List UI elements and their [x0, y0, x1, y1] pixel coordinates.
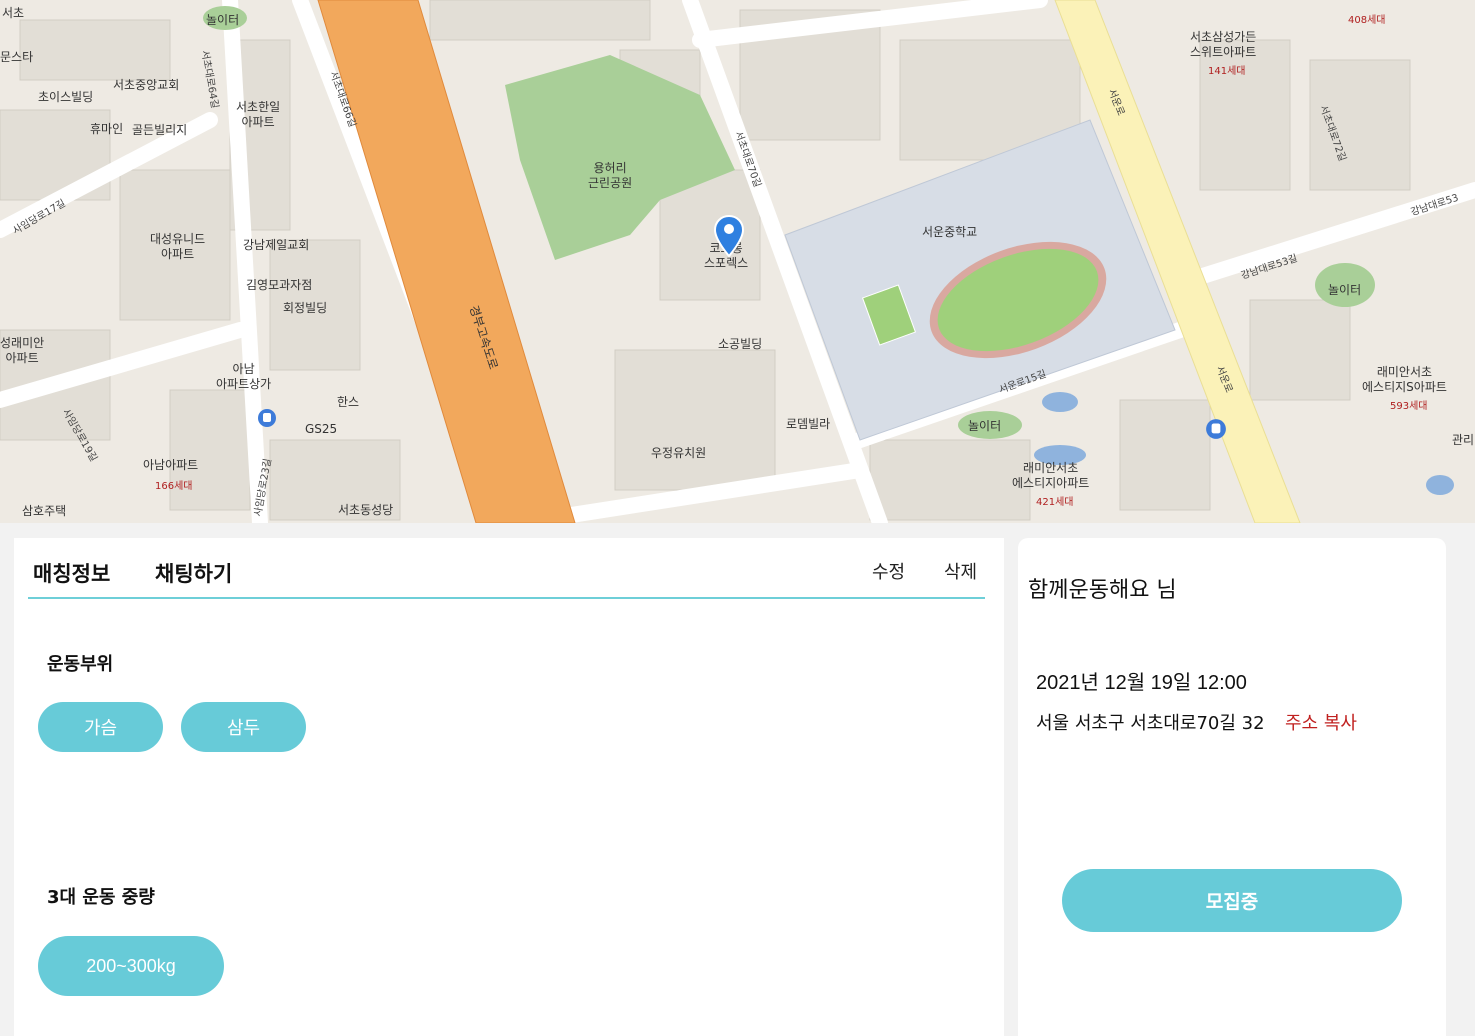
body-part-chip: 삼두 — [181, 702, 306, 752]
meeting-address: 서울 서초구 서초대로70길 32 — [1036, 713, 1265, 734]
post-info-panel: 함께운동해요 님 2021년 12월 19일 12:00 서울 서초구 서초대로… — [1018, 538, 1446, 1036]
map-label-raemian-s-households: 593세대 — [1390, 401, 1428, 412]
map-label-seocho-church: 서초동성당 — [338, 503, 394, 517]
map-label-samsung-suite: 서초삼성가든 스위트아파트 — [1190, 30, 1257, 59]
map-label-rodem-villa: 로뎀빌라 — [786, 417, 831, 431]
weight-chip: 200~300kg — [38, 936, 224, 996]
map-label-gs25: GS25 — [305, 422, 338, 436]
body-part-title: 운동부위 — [47, 654, 114, 675]
map-label-hoejung-building: 회정빌딩 — [283, 301, 328, 315]
map-label-seoun-middle-school: 서운중학교 — [922, 225, 978, 239]
map-label-humane: 휴마인 — [90, 122, 124, 136]
map-label-playground-3: 놀이터 — [1328, 283, 1362, 297]
tab-bar: 매칭정보 채팅하기 수정 삭제 — [28, 538, 985, 599]
map-label-raemian-s: 래미안서초 에스티지S아파트 — [1362, 365, 1447, 394]
map-label-samsung-households: 141세대 — [1208, 66, 1246, 77]
tab-matching-info[interactable]: 매칭정보 — [33, 558, 110, 588]
tab-chat[interactable]: 채팅하기 — [155, 558, 232, 588]
bus-stop-icon[interactable] — [257, 408, 277, 428]
map-label-hans: 한스 — [337, 395, 360, 409]
map-label-playground: 놀이터 — [206, 13, 240, 27]
copy-address-button[interactable]: 주소 복사 — [1285, 709, 1357, 735]
map-label-seocho-central-church: 서초중앙교회 — [113, 78, 180, 92]
map-label-woojung-kindergarten: 우정유치원 — [651, 446, 707, 460]
body-part-chip: 가슴 — [38, 702, 163, 752]
weight-title: 3대 운동 중량 — [47, 887, 155, 908]
map-label-seocho-hanil-apt: 서초한일 아파트 — [236, 100, 281, 129]
map-label-anam-apt: 아남아파트 — [143, 458, 199, 472]
map-label-sogong-building: 소공빌딩 — [718, 337, 763, 351]
matching-info-panel: 매칭정보 채팅하기 수정 삭제 운동부위 가슴 삼두 3대 운동 중량 200~… — [14, 538, 1004, 1036]
map-label-daesung-apt: 대성유니드 아파트 — [150, 232, 206, 261]
map-label-anam-mall: 아남 아파트상가 — [216, 362, 272, 391]
map-label-golden-villa: 골든빌리지 — [132, 123, 188, 137]
map-label-moonsta: 문스타 — [0, 50, 34, 64]
author-title: 함께운동해요 님 — [1028, 578, 1177, 603]
location-pin-icon[interactable] — [714, 215, 744, 257]
map-label-park: 용허리 근린공원 — [588, 161, 633, 190]
map-label-choice-building: 초이스빌딩 — [38, 90, 94, 104]
map-label-samho: 삼호주택 — [22, 504, 67, 518]
map-label-kwan: 관리 — [1452, 433, 1475, 447]
map-label-sungrae-apt: 성래미안 아파트 — [0, 336, 45, 365]
map-label-seocho: 서초 — [2, 6, 25, 20]
map-label-raemian-seocho: 래미안서초 에스티지아파트 — [1012, 461, 1090, 490]
map-view[interactable]: 서초 문스타 놀이터 초이스빌딩 서초중앙교회 서초한일 아파트 휴마인 골든빌… — [0, 0, 1475, 523]
bus-stop-icon[interactable] — [1205, 418, 1227, 440]
map-label-kimyoungmo: 김영모과자점 — [246, 278, 313, 292]
map-label-gangnam-first-church: 강남제일교회 — [243, 238, 310, 252]
map-label-anam-households: 166세대 — [155, 481, 193, 492]
map-label-raemian-households: 421세대 — [1036, 497, 1074, 508]
edit-button[interactable]: 수정 — [872, 558, 905, 584]
map-label-playground-2: 놀이터 — [968, 419, 1002, 433]
map-label-top-households: 408세대 — [1348, 15, 1386, 26]
recruiting-status-button[interactable]: 모집중 — [1062, 869, 1402, 932]
meeting-datetime: 2021년 12월 19일 12:00 — [1036, 672, 1247, 694]
delete-button[interactable]: 삭제 — [944, 558, 977, 584]
